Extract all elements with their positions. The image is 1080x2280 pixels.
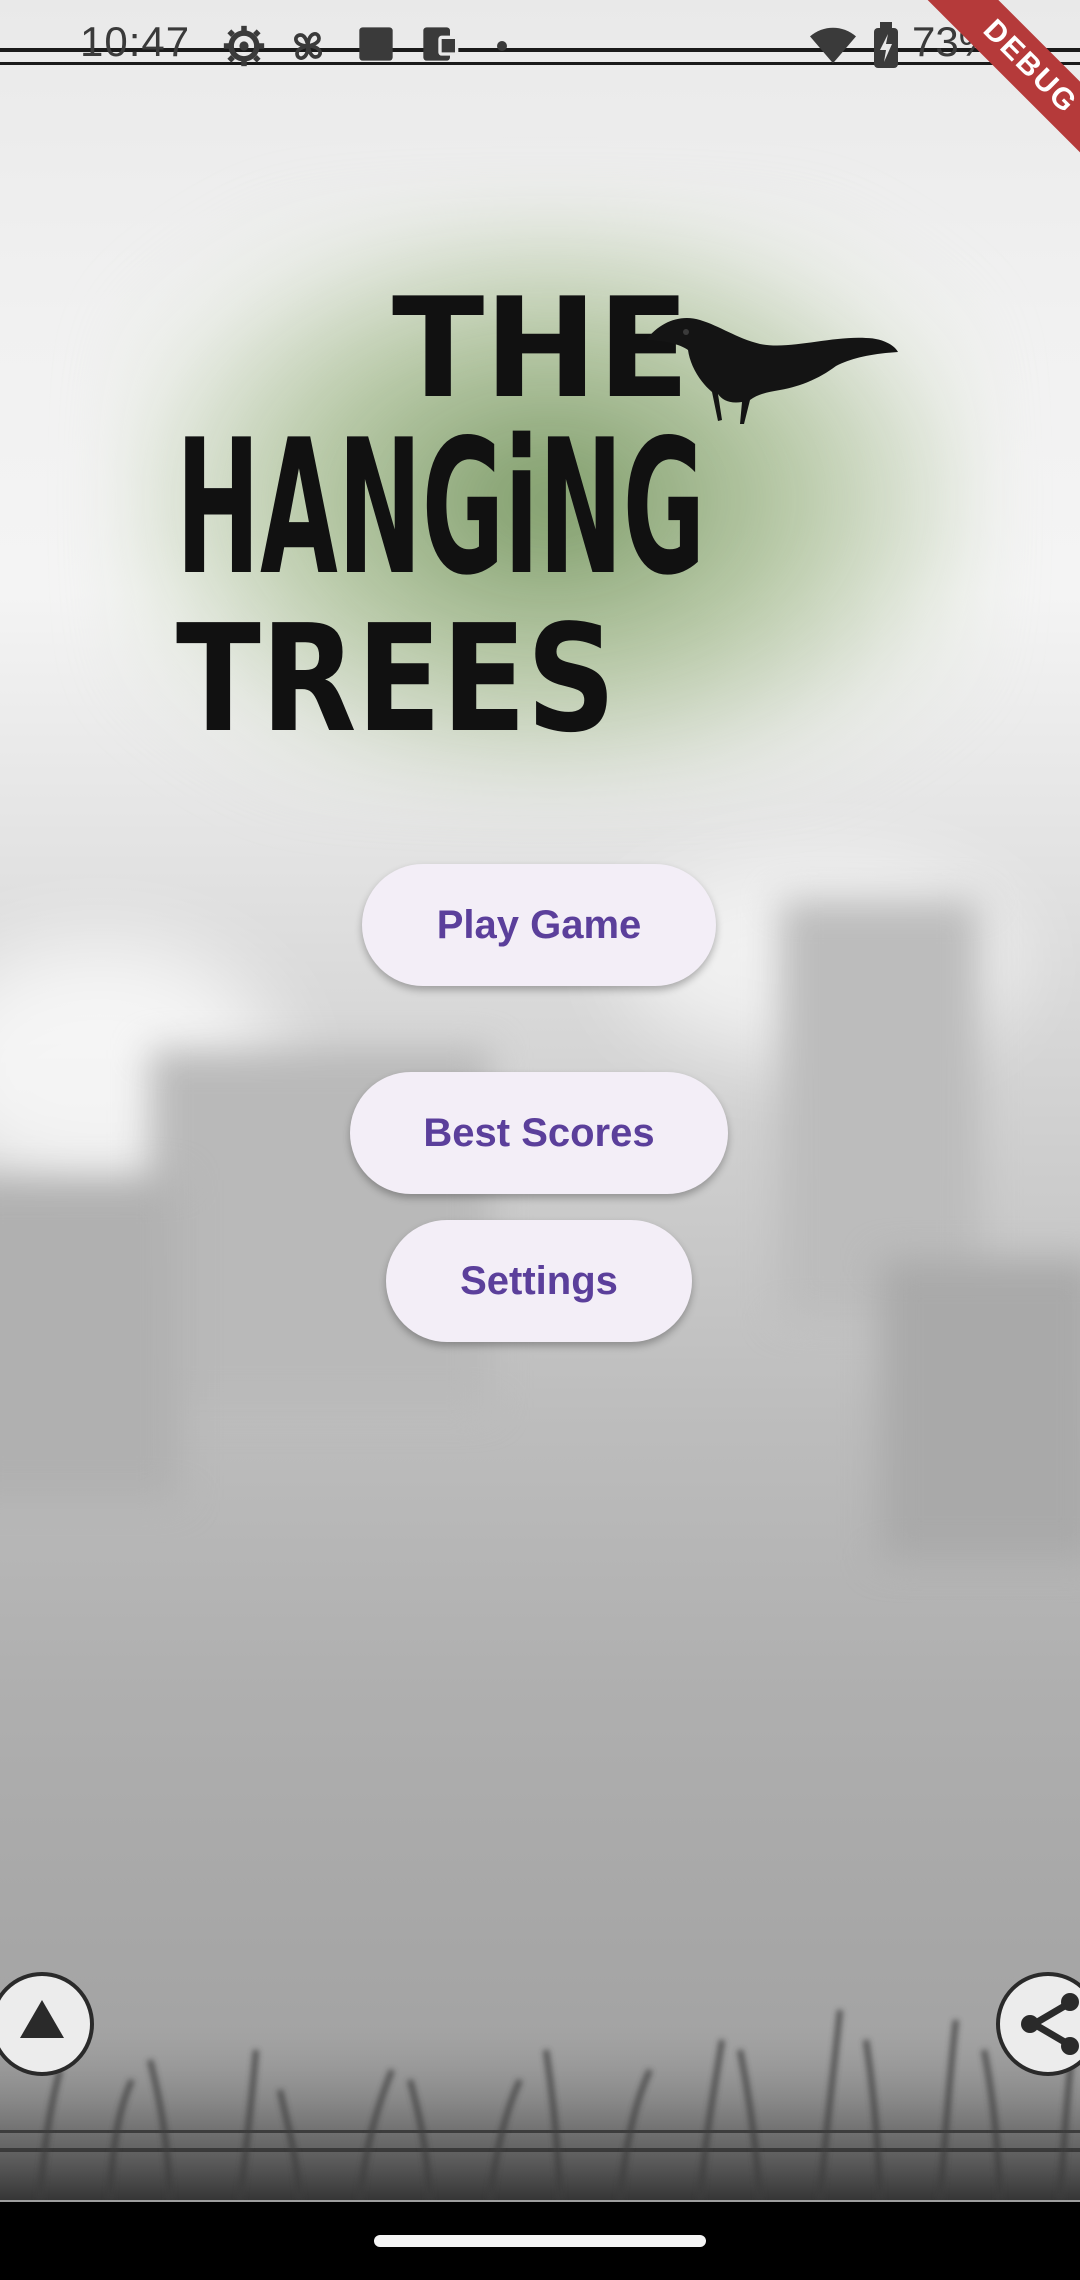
settings-gear-icon xyxy=(223,25,265,67)
battery-charging-icon xyxy=(874,22,898,68)
share-button[interactable] xyxy=(996,1972,1080,2076)
square-app-icon xyxy=(359,27,393,61)
logo-title-hanging: HANGiNG xyxy=(176,399,706,616)
phone-app-icon xyxy=(423,27,459,61)
pinwheel-icon xyxy=(294,32,322,60)
dot-icon xyxy=(497,41,507,51)
triangle-up-icon xyxy=(20,2000,64,2038)
status-time: 10:47 xyxy=(80,18,191,65)
game-screen: 10:47 73% DEBUG THE HANGiNG TREES Play G… xyxy=(0,0,1080,2280)
background-building xyxy=(780,900,980,1320)
play-game-button[interactable]: Play Game xyxy=(362,864,716,986)
wifi-icon xyxy=(810,27,856,64)
crow-icon xyxy=(646,318,898,424)
jump-button[interactable] xyxy=(0,1972,94,2076)
share-icon xyxy=(1021,1993,1079,2055)
grass-foreground xyxy=(0,2009,1080,2200)
home-gesture-handle[interactable] xyxy=(374,2235,706,2247)
background-building xyxy=(0,1180,180,1500)
best-scores-button[interactable]: Best Scores xyxy=(350,1072,728,1194)
logo-title-trees: TREES xyxy=(176,593,616,765)
background-building xyxy=(880,1260,1080,1560)
settings-button[interactable]: Settings xyxy=(386,1220,692,1342)
